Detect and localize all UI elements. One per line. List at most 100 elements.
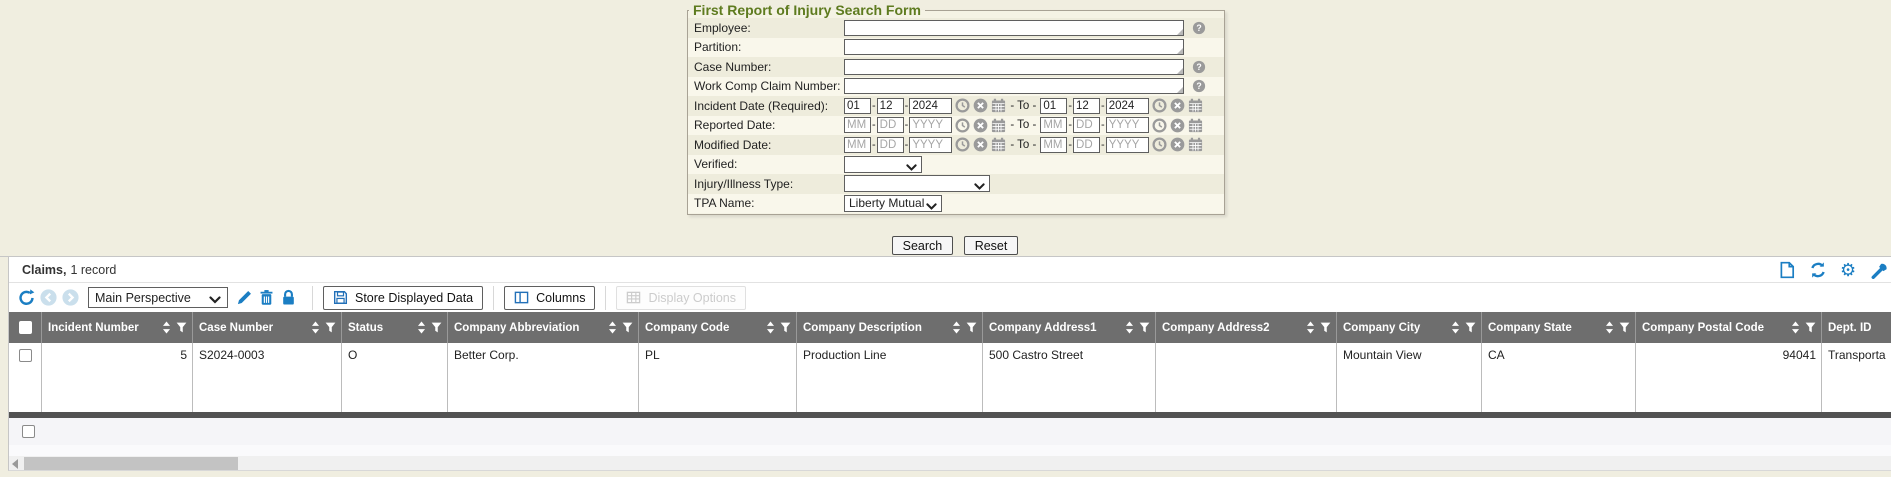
- column-header-status[interactable]: Status: [342, 312, 448, 343]
- next-perspective-icon[interactable]: [62, 289, 79, 306]
- clear-date-icon[interactable]: [973, 98, 988, 113]
- clear-date-icon[interactable]: [973, 118, 988, 133]
- column-header-company-city[interactable]: Company City: [1337, 312, 1482, 343]
- sort-icon[interactable]: [951, 321, 962, 334]
- calendar-icon[interactable]: [1188, 118, 1203, 133]
- filter-icon[interactable]: [622, 321, 633, 334]
- filter-icon[interactable]: [1619, 321, 1630, 334]
- clear-date-icon[interactable]: [1170, 137, 1185, 152]
- employee-input[interactable]: [844, 20, 1184, 36]
- reset-button[interactable]: Reset: [964, 236, 1019, 255]
- time-picker-icon[interactable]: [1152, 118, 1167, 133]
- column-header-case-number[interactable]: Case Number: [193, 312, 342, 343]
- new-document-icon[interactable]: [1778, 261, 1796, 279]
- horizontal-scrollbar[interactable]: [9, 456, 1891, 471]
- sort-icon[interactable]: [310, 321, 321, 334]
- reported-date-from-dd-input[interactable]: DD: [877, 117, 904, 133]
- help-icon[interactable]: ?: [1192, 60, 1206, 74]
- sort-icon[interactable]: [1124, 321, 1135, 334]
- scroll-left-arrow-icon[interactable]: [12, 459, 18, 469]
- row-select-cell[interactable]: [9, 343, 42, 412]
- help-icon[interactable]: ?: [1192, 79, 1206, 93]
- modified-date-to-yyyy-input[interactable]: YYYY: [1106, 137, 1149, 153]
- filter-icon[interactable]: [780, 321, 791, 334]
- incident-date-required-to-yyyy-input[interactable]: 2024: [1106, 98, 1149, 114]
- clear-date-icon[interactable]: [1170, 118, 1185, 133]
- column-header-company-description[interactable]: Company Description: [797, 312, 983, 343]
- filter-icon[interactable]: [1805, 321, 1816, 334]
- modified-date-from-yyyy-input[interactable]: YYYY: [909, 137, 952, 153]
- clear-date-icon[interactable]: [973, 137, 988, 152]
- filter-icon[interactable]: [176, 321, 187, 334]
- column-header-incident-number[interactable]: Incident Number: [42, 312, 193, 343]
- resize-grip-icon[interactable]: [1177, 87, 1183, 93]
- injury-illness-type-select[interactable]: [844, 175, 990, 192]
- time-picker-icon[interactable]: [955, 98, 970, 113]
- select-all-header-cell[interactable]: [9, 312, 42, 343]
- scrollbar-thumb[interactable]: [24, 457, 238, 470]
- sort-icon[interactable]: [1450, 321, 1461, 334]
- modified-date-from-dd-input[interactable]: DD: [877, 137, 904, 153]
- row-select-checkbox[interactable]: [19, 349, 32, 362]
- column-header-company-address2[interactable]: Company Address2: [1156, 312, 1337, 343]
- help-icon[interactable]: ?: [1192, 21, 1206, 35]
- filter-icon[interactable]: [1465, 321, 1476, 334]
- time-picker-icon[interactable]: [955, 137, 970, 152]
- select-all-checkbox[interactable]: [19, 321, 32, 334]
- calendar-icon[interactable]: [1188, 98, 1203, 113]
- work-comp-claim-number-input[interactable]: [844, 78, 1184, 94]
- sort-icon[interactable]: [161, 321, 172, 334]
- sort-icon[interactable]: [1790, 321, 1801, 334]
- refresh-icon[interactable]: [1809, 261, 1827, 279]
- lock-perspective-icon[interactable]: [280, 289, 297, 306]
- edit-perspective-icon[interactable]: [236, 289, 253, 306]
- time-picker-icon[interactable]: [955, 118, 970, 133]
- resize-grip-icon[interactable]: [1177, 48, 1183, 54]
- incident-date-required-from-dd-input[interactable]: 12: [877, 98, 904, 114]
- partition-input[interactable]: [844, 39, 1184, 55]
- reported-date-from-mm-input[interactable]: MM: [844, 117, 871, 133]
- modified-date-to-mm-input[interactable]: MM: [1040, 137, 1067, 153]
- time-picker-icon[interactable]: [1152, 98, 1167, 113]
- incident-date-required-to-mm-input[interactable]: 01: [1040, 98, 1067, 114]
- reported-date-to-dd-input[interactable]: DD: [1073, 117, 1100, 133]
- prev-perspective-icon[interactable]: [40, 289, 57, 306]
- filter-icon[interactable]: [966, 321, 977, 334]
- wrench-icon[interactable]: [1871, 261, 1889, 279]
- column-header-company-postal-code[interactable]: Company Postal Code: [1636, 312, 1822, 343]
- resize-grip-icon[interactable]: [1177, 29, 1183, 35]
- clear-date-icon[interactable]: [1170, 98, 1185, 113]
- sort-icon[interactable]: [765, 321, 776, 334]
- column-header-company-address1[interactable]: Company Address1: [983, 312, 1156, 343]
- resize-grip-icon[interactable]: [1177, 68, 1183, 74]
- delete-perspective-icon[interactable]: [258, 289, 275, 306]
- column-header-company-abbreviation[interactable]: Company Abbreviation: [448, 312, 639, 343]
- sort-icon[interactable]: [416, 321, 427, 334]
- reported-date-from-yyyy-input[interactable]: YYYY: [909, 117, 952, 133]
- perspective-select[interactable]: Main Perspective: [88, 287, 228, 308]
- sort-icon[interactable]: [607, 321, 618, 334]
- case-number-input[interactable]: [844, 59, 1184, 75]
- search-button[interactable]: Search: [892, 236, 954, 255]
- modified-date-to-dd-input[interactable]: DD: [1073, 137, 1100, 153]
- filter-icon[interactable]: [1139, 321, 1150, 334]
- incident-date-required-to-dd-input[interactable]: 12: [1073, 98, 1100, 114]
- calendar-icon[interactable]: [991, 118, 1006, 133]
- column-header-company-code[interactable]: Company Code: [639, 312, 797, 343]
- undo-icon[interactable]: [18, 289, 35, 306]
- filter-icon[interactable]: [431, 321, 442, 334]
- store-displayed-data-button[interactable]: Store Displayed Data: [323, 286, 483, 310]
- footer-select-checkbox[interactable]: [22, 425, 35, 438]
- modified-date-from-mm-input[interactable]: MM: [844, 137, 871, 153]
- reported-date-to-mm-input[interactable]: MM: [1040, 117, 1067, 133]
- calendar-icon[interactable]: [991, 137, 1006, 152]
- filter-icon[interactable]: [325, 321, 336, 334]
- sort-icon[interactable]: [1604, 321, 1615, 334]
- reported-date-to-yyyy-input[interactable]: YYYY: [1106, 117, 1149, 133]
- incident-date-required-from-yyyy-input[interactable]: 2024: [909, 98, 952, 114]
- columns-button[interactable]: Columns: [504, 286, 595, 310]
- column-header-dept-id[interactable]: Dept. ID: [1822, 312, 1891, 343]
- gear-icon[interactable]: ⚙: [1840, 261, 1858, 279]
- incident-date-required-from-mm-input[interactable]: 01: [844, 98, 871, 114]
- column-header-company-state[interactable]: Company State: [1482, 312, 1636, 343]
